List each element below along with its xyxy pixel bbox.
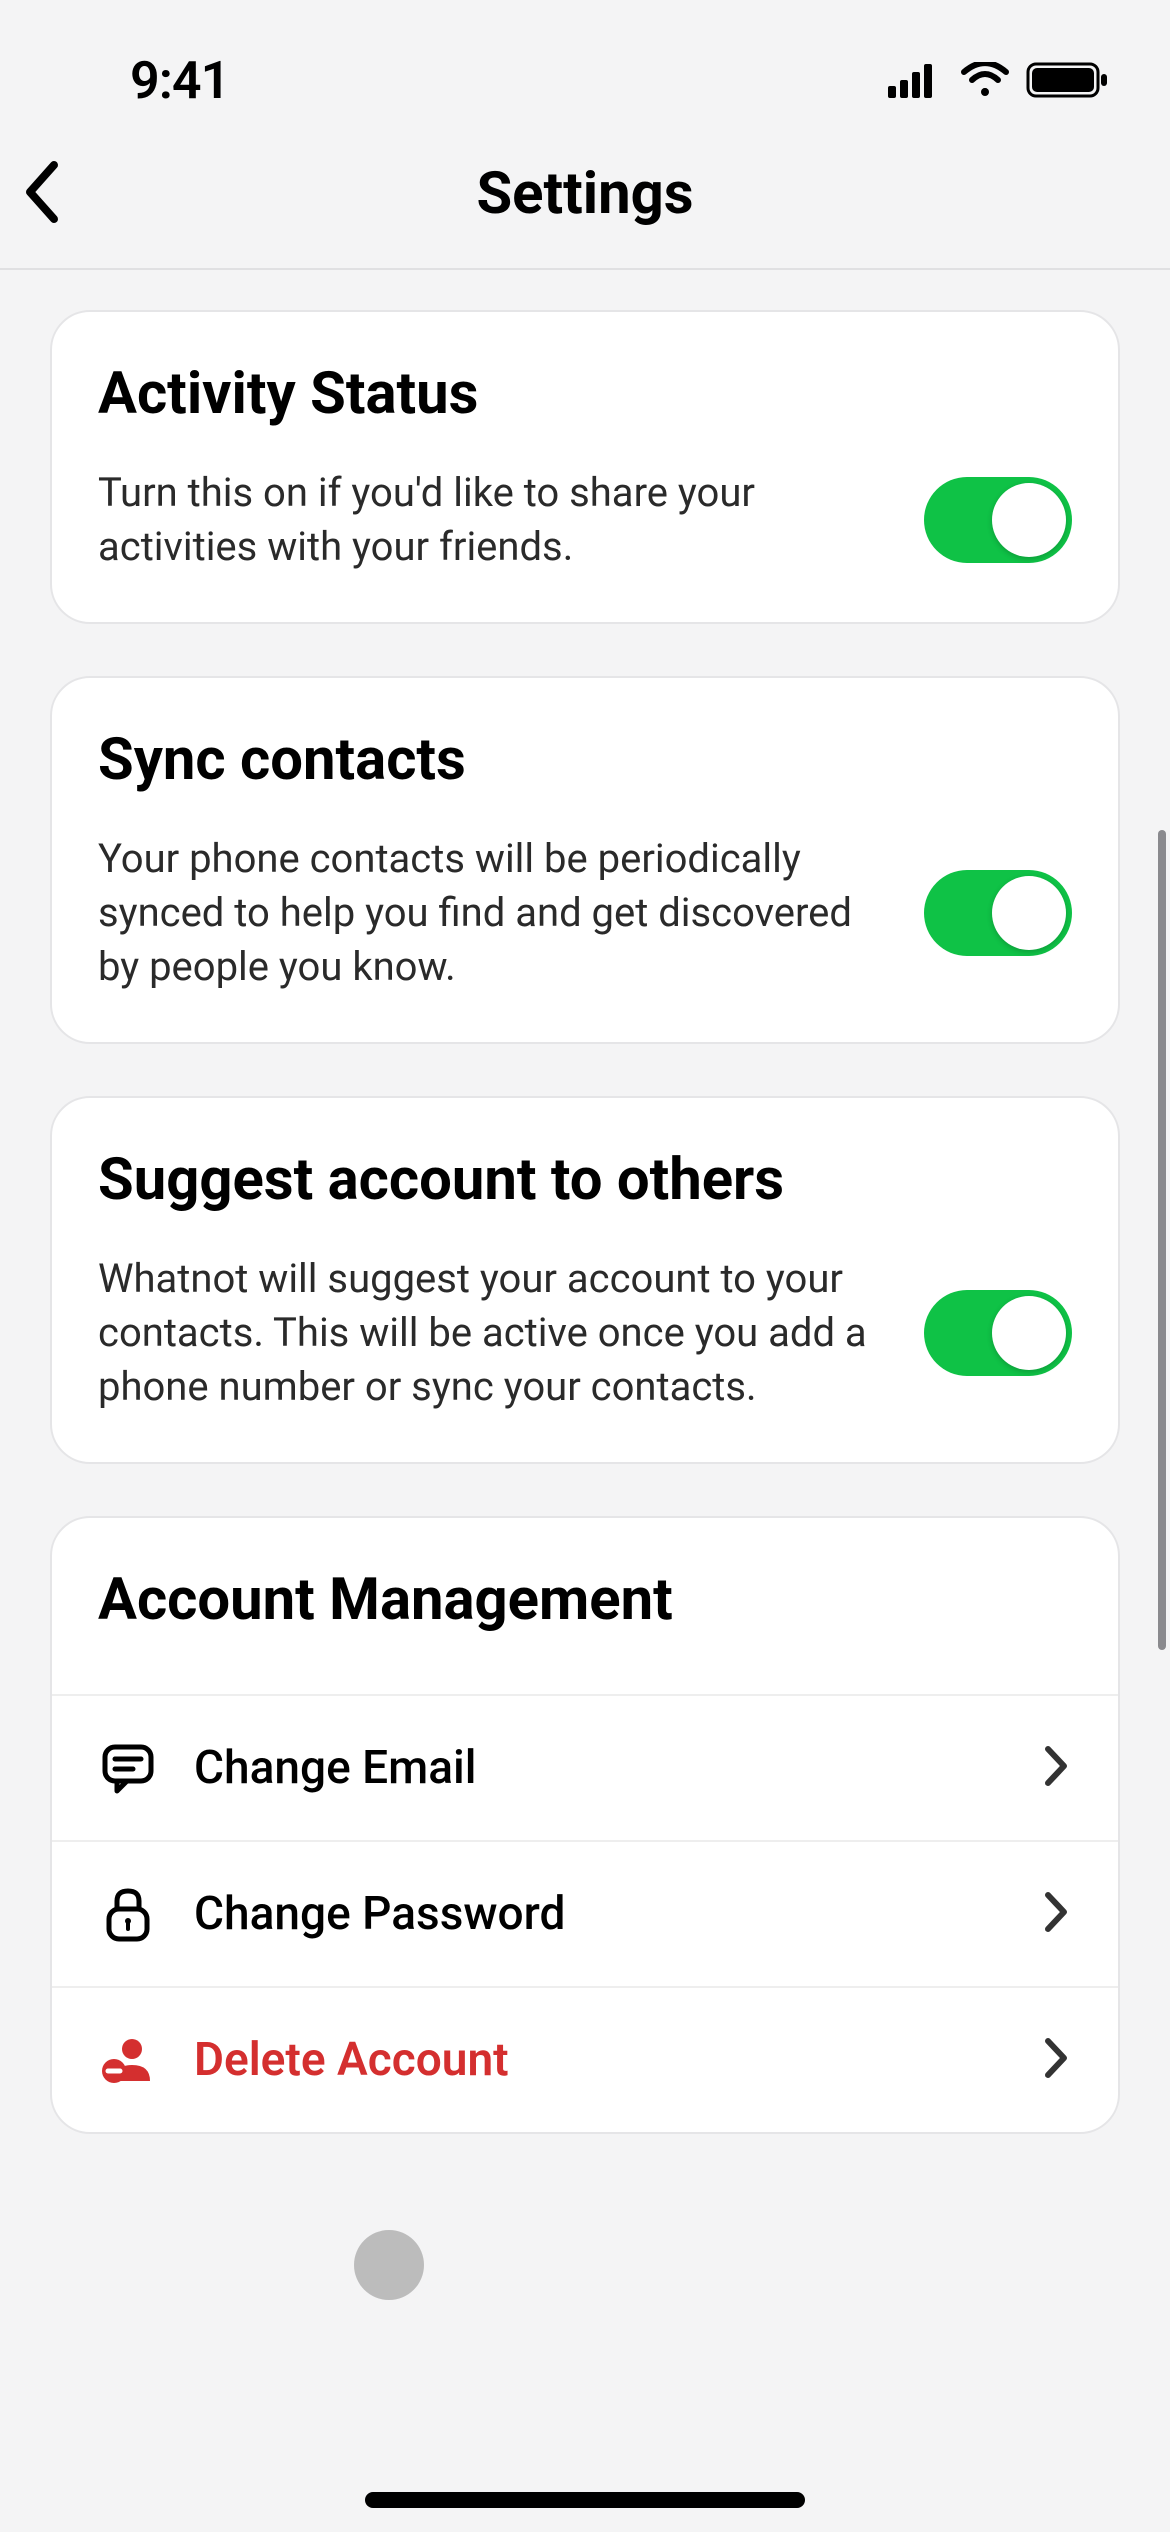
activity-status-toggle[interactable]: [924, 477, 1072, 563]
suggest-account-toggle[interactable]: [924, 1290, 1072, 1376]
change-password-row[interactable]: Change Password: [52, 1840, 1118, 1986]
content: Activity Status Turn this on if you'd li…: [0, 270, 1170, 2174]
page-title: Settings: [30, 160, 1140, 228]
wifi-icon: [960, 62, 1010, 98]
chevron-left-icon: [20, 157, 64, 227]
activity-status-title: Activity Status: [98, 360, 1072, 428]
status-icons: [888, 60, 1110, 100]
sync-contacts-desc: Your phone contacts will be periodically…: [98, 832, 884, 994]
battery-icon: [1026, 60, 1110, 100]
activity-status-card: Activity Status Turn this on if you'd li…: [50, 310, 1120, 624]
account-management-title: Account Management: [98, 1566, 1072, 1634]
home-indicator[interactable]: [365, 2492, 805, 2508]
lock-icon: [98, 1884, 158, 1944]
message-icon: [98, 1738, 158, 1798]
activity-status-desc: Turn this on if you'd like to share your…: [98, 466, 884, 574]
change-email-row[interactable]: Change Email: [52, 1694, 1118, 1840]
chevron-right-icon: [1042, 2035, 1072, 2085]
chevron-right-icon: [1042, 1743, 1072, 1793]
account-management-card: Account Management Change Email: [50, 1516, 1120, 2134]
toggle-knob: [992, 1296, 1066, 1370]
scrollbar[interactable]: [1158, 830, 1166, 1650]
suggest-account-desc: Whatnot will suggest your account to you…: [98, 1252, 884, 1414]
delete-account-label: Delete Account: [194, 2033, 1006, 2087]
change-password-label: Change Password: [194, 1887, 1006, 1941]
sync-contacts-toggle[interactable]: [924, 870, 1072, 956]
cellular-icon: [888, 62, 944, 98]
status-time: 9:41: [130, 50, 229, 111]
user-remove-icon: [98, 2030, 158, 2090]
sync-contacts-card: Sync contacts Your phone contacts will b…: [50, 676, 1120, 1044]
status-bar: 9:41: [0, 0, 1170, 140]
toggle-knob: [992, 483, 1066, 557]
sync-contacts-title: Sync contacts: [98, 726, 1072, 794]
touch-indicator: [354, 2230, 424, 2300]
delete-account-row[interactable]: Delete Account: [52, 1986, 1118, 2132]
toggle-knob: [992, 876, 1066, 950]
back-button[interactable]: [20, 157, 64, 231]
chevron-right-icon: [1042, 1889, 1072, 1939]
nav-header: Settings: [0, 140, 1170, 270]
change-email-label: Change Email: [194, 1741, 1006, 1795]
suggest-account-title: Suggest account to others: [98, 1146, 1072, 1214]
suggest-account-card: Suggest account to others Whatnot will s…: [50, 1096, 1120, 1464]
